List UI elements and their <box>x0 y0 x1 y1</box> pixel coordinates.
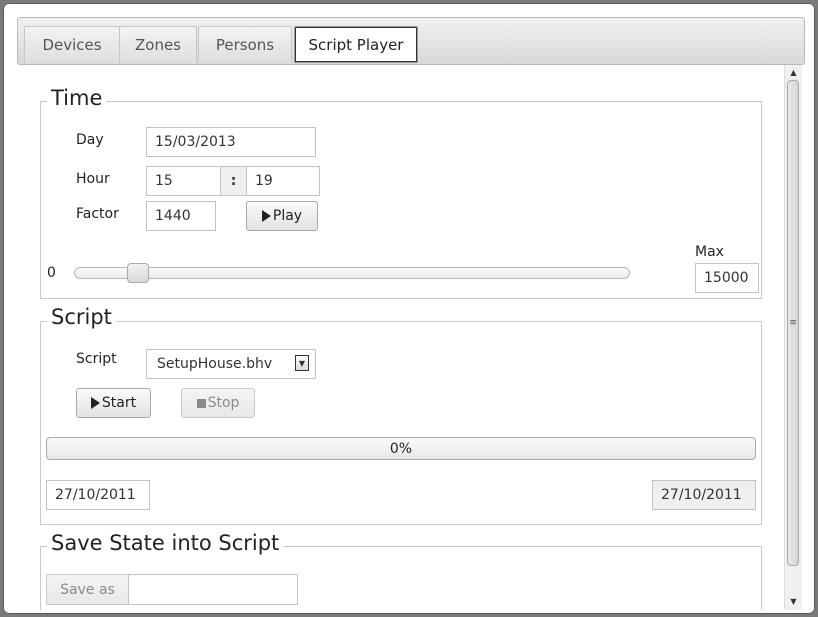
hour-separator: : <box>220 166 247 196</box>
script-label: Script <box>76 351 117 367</box>
play-button[interactable]: Play <box>246 201 318 231</box>
scroll-down-icon[interactable]: ▼ <box>785 596 802 608</box>
script-select-value: SetupHouse.bhv <box>157 356 273 372</box>
slider-max-field[interactable]: 15000 <box>695 263 759 293</box>
chevron-down-icon[interactable]: ▼ <box>295 355 309 371</box>
time-slider-handle[interactable] <box>127 263 150 283</box>
factor-field[interactable]: 1440 <box>146 201 216 231</box>
tab-script-player[interactable]: Script Player <box>294 26 418 63</box>
start-date-field[interactable]: 27/10/2011 <box>46 480 150 510</box>
stop-button[interactable]: Stop <box>181 388 255 418</box>
save-as-field[interactable] <box>128 574 298 605</box>
tab-devices[interactable]: Devices <box>24 26 120 63</box>
start-label: Start <box>101 395 137 411</box>
play-label: Play <box>272 208 303 224</box>
hour-label: Hour <box>76 171 110 187</box>
day-field[interactable]: 15/03/2013 <box>146 127 316 157</box>
slider-min-label: 0 <box>47 265 56 281</box>
slider-max-label: Max <box>695 244 724 260</box>
minute-field[interactable]: 19 <box>246 166 320 196</box>
tab-bar: Devices Zones Persons Script Player <box>17 17 805 65</box>
factor-label: Factor <box>76 206 119 222</box>
play-icon <box>90 397 100 409</box>
day-label: Day <box>76 132 104 148</box>
end-date-field: 27/10/2011 <box>652 480 756 510</box>
script-select[interactable]: SetupHouse.bhv ▼ <box>146 349 316 379</box>
play-icon <box>261 210 271 222</box>
tab-zones[interactable]: Zones <box>119 26 197 63</box>
stop-icon <box>196 398 206 408</box>
tab-label: Persons <box>215 36 275 54</box>
hour-field[interactable]: 15 <box>146 166 221 196</box>
grip-icon: ≡ <box>789 318 797 328</box>
script-progress-bar: 0% <box>46 437 756 460</box>
save-as-button[interactable]: Save as <box>46 574 129 605</box>
stop-label: Stop <box>207 395 240 411</box>
save-state-legend: Save State into Script <box>47 531 284 555</box>
tab-label: Zones <box>134 36 181 54</box>
app-window: Devices Zones Persons Script Player Time… <box>3 3 815 614</box>
tab-label: Script Player <box>308 35 404 54</box>
script-legend: Script <box>47 305 116 329</box>
tab-persons[interactable]: Persons <box>198 26 292 63</box>
script-player-panel: Time Day 15/03/2013 Hour 15 : 19 Factor … <box>17 65 782 610</box>
progress-text: 0% <box>389 440 413 457</box>
scroll-up-icon[interactable]: ▲ <box>785 67 802 79</box>
time-legend: Time <box>47 86 107 110</box>
tab-label: Devices <box>42 36 102 54</box>
vertical-scrollbar[interactable]: ▲ ≡ ▼ <box>784 65 802 610</box>
start-button[interactable]: Start <box>76 388 151 418</box>
time-slider-track[interactable] <box>74 267 630 279</box>
scrollbar-thumb[interactable]: ≡ <box>787 80 799 566</box>
